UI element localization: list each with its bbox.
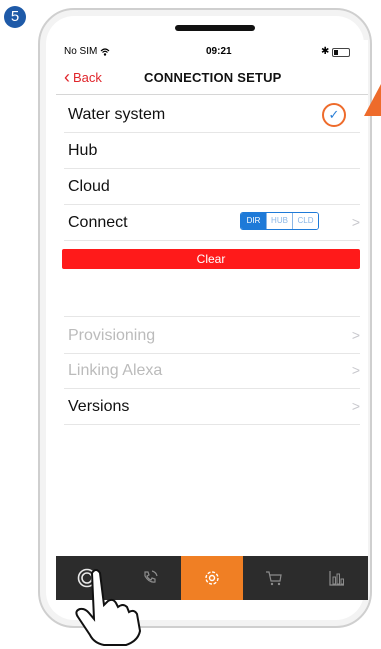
carrier-label: No SIM: [64, 46, 98, 57]
chevron-right-icon: >: [351, 362, 360, 378]
status-time: 09:21: [206, 46, 232, 57]
cart-icon: [266, 571, 283, 586]
back-label: Back: [73, 70, 102, 85]
row-water-system[interactable]: Water system ✓: [64, 96, 360, 133]
segment-hub[interactable]: HUB: [266, 213, 292, 229]
segment-cld[interactable]: CLD: [292, 213, 318, 229]
bar-chart-icon: [329, 571, 344, 586]
chevron-right-icon: >: [351, 327, 360, 343]
gear-icon: [205, 571, 219, 585]
clear-button[interactable]: Clear: [62, 249, 360, 269]
tapping-hand-icon: [75, 569, 142, 646]
tab-cart[interactable]: [243, 556, 305, 600]
row-provisioning-disabled: Provisioning >: [64, 316, 360, 354]
row-label: Versions: [68, 398, 130, 415]
page-title: CONNECTION SETUP: [144, 70, 282, 85]
connection-mode-segmented-control[interactable]: DIR HUB CLD: [240, 212, 319, 230]
pointer-arrow-icon: [364, 84, 381, 116]
navigation-bar: ‹ Back CONNECTION SETUP: [56, 64, 368, 95]
phone-speaker: [175, 25, 255, 31]
chevron-right-icon: >: [351, 214, 360, 230]
row-label: Provisioning: [68, 327, 156, 344]
row-hub[interactable]: Hub: [64, 132, 360, 169]
row-label: Cloud: [68, 178, 110, 195]
battery-icon: [332, 48, 350, 57]
row-label: Linking Alexa: [68, 362, 163, 379]
back-button[interactable]: ‹ Back: [64, 67, 102, 87]
tab-settings[interactable]: [180, 556, 244, 600]
bluetooth-icon: ✱: [321, 46, 330, 57]
step-number-badge: 5: [4, 6, 26, 28]
tab-statistics[interactable]: [306, 556, 368, 600]
wifi-icon: [100, 48, 110, 56]
checkmark-icon: ✓: [322, 103, 346, 127]
row-connect[interactable]: Connect DIR HUB CLD >: [64, 204, 360, 241]
row-cloud[interactable]: Cloud: [64, 168, 360, 205]
status-bar: No SIM 09:21 ✱: [64, 46, 360, 60]
row-linking-alexa-disabled: Linking Alexa >: [64, 352, 360, 389]
back-chevron-icon: ‹: [64, 67, 70, 87]
segment-dir[interactable]: DIR: [241, 213, 266, 229]
row-label: Hub: [68, 142, 98, 159]
row-label: Connect: [68, 214, 128, 231]
chevron-right-icon: >: [351, 398, 360, 414]
phone-screen: No SIM 09:21 ✱ ‹ Back CONNECTION SETUP W…: [56, 40, 368, 600]
row-versions[interactable]: Versions >: [64, 388, 360, 425]
row-label: Water system: [68, 106, 166, 123]
